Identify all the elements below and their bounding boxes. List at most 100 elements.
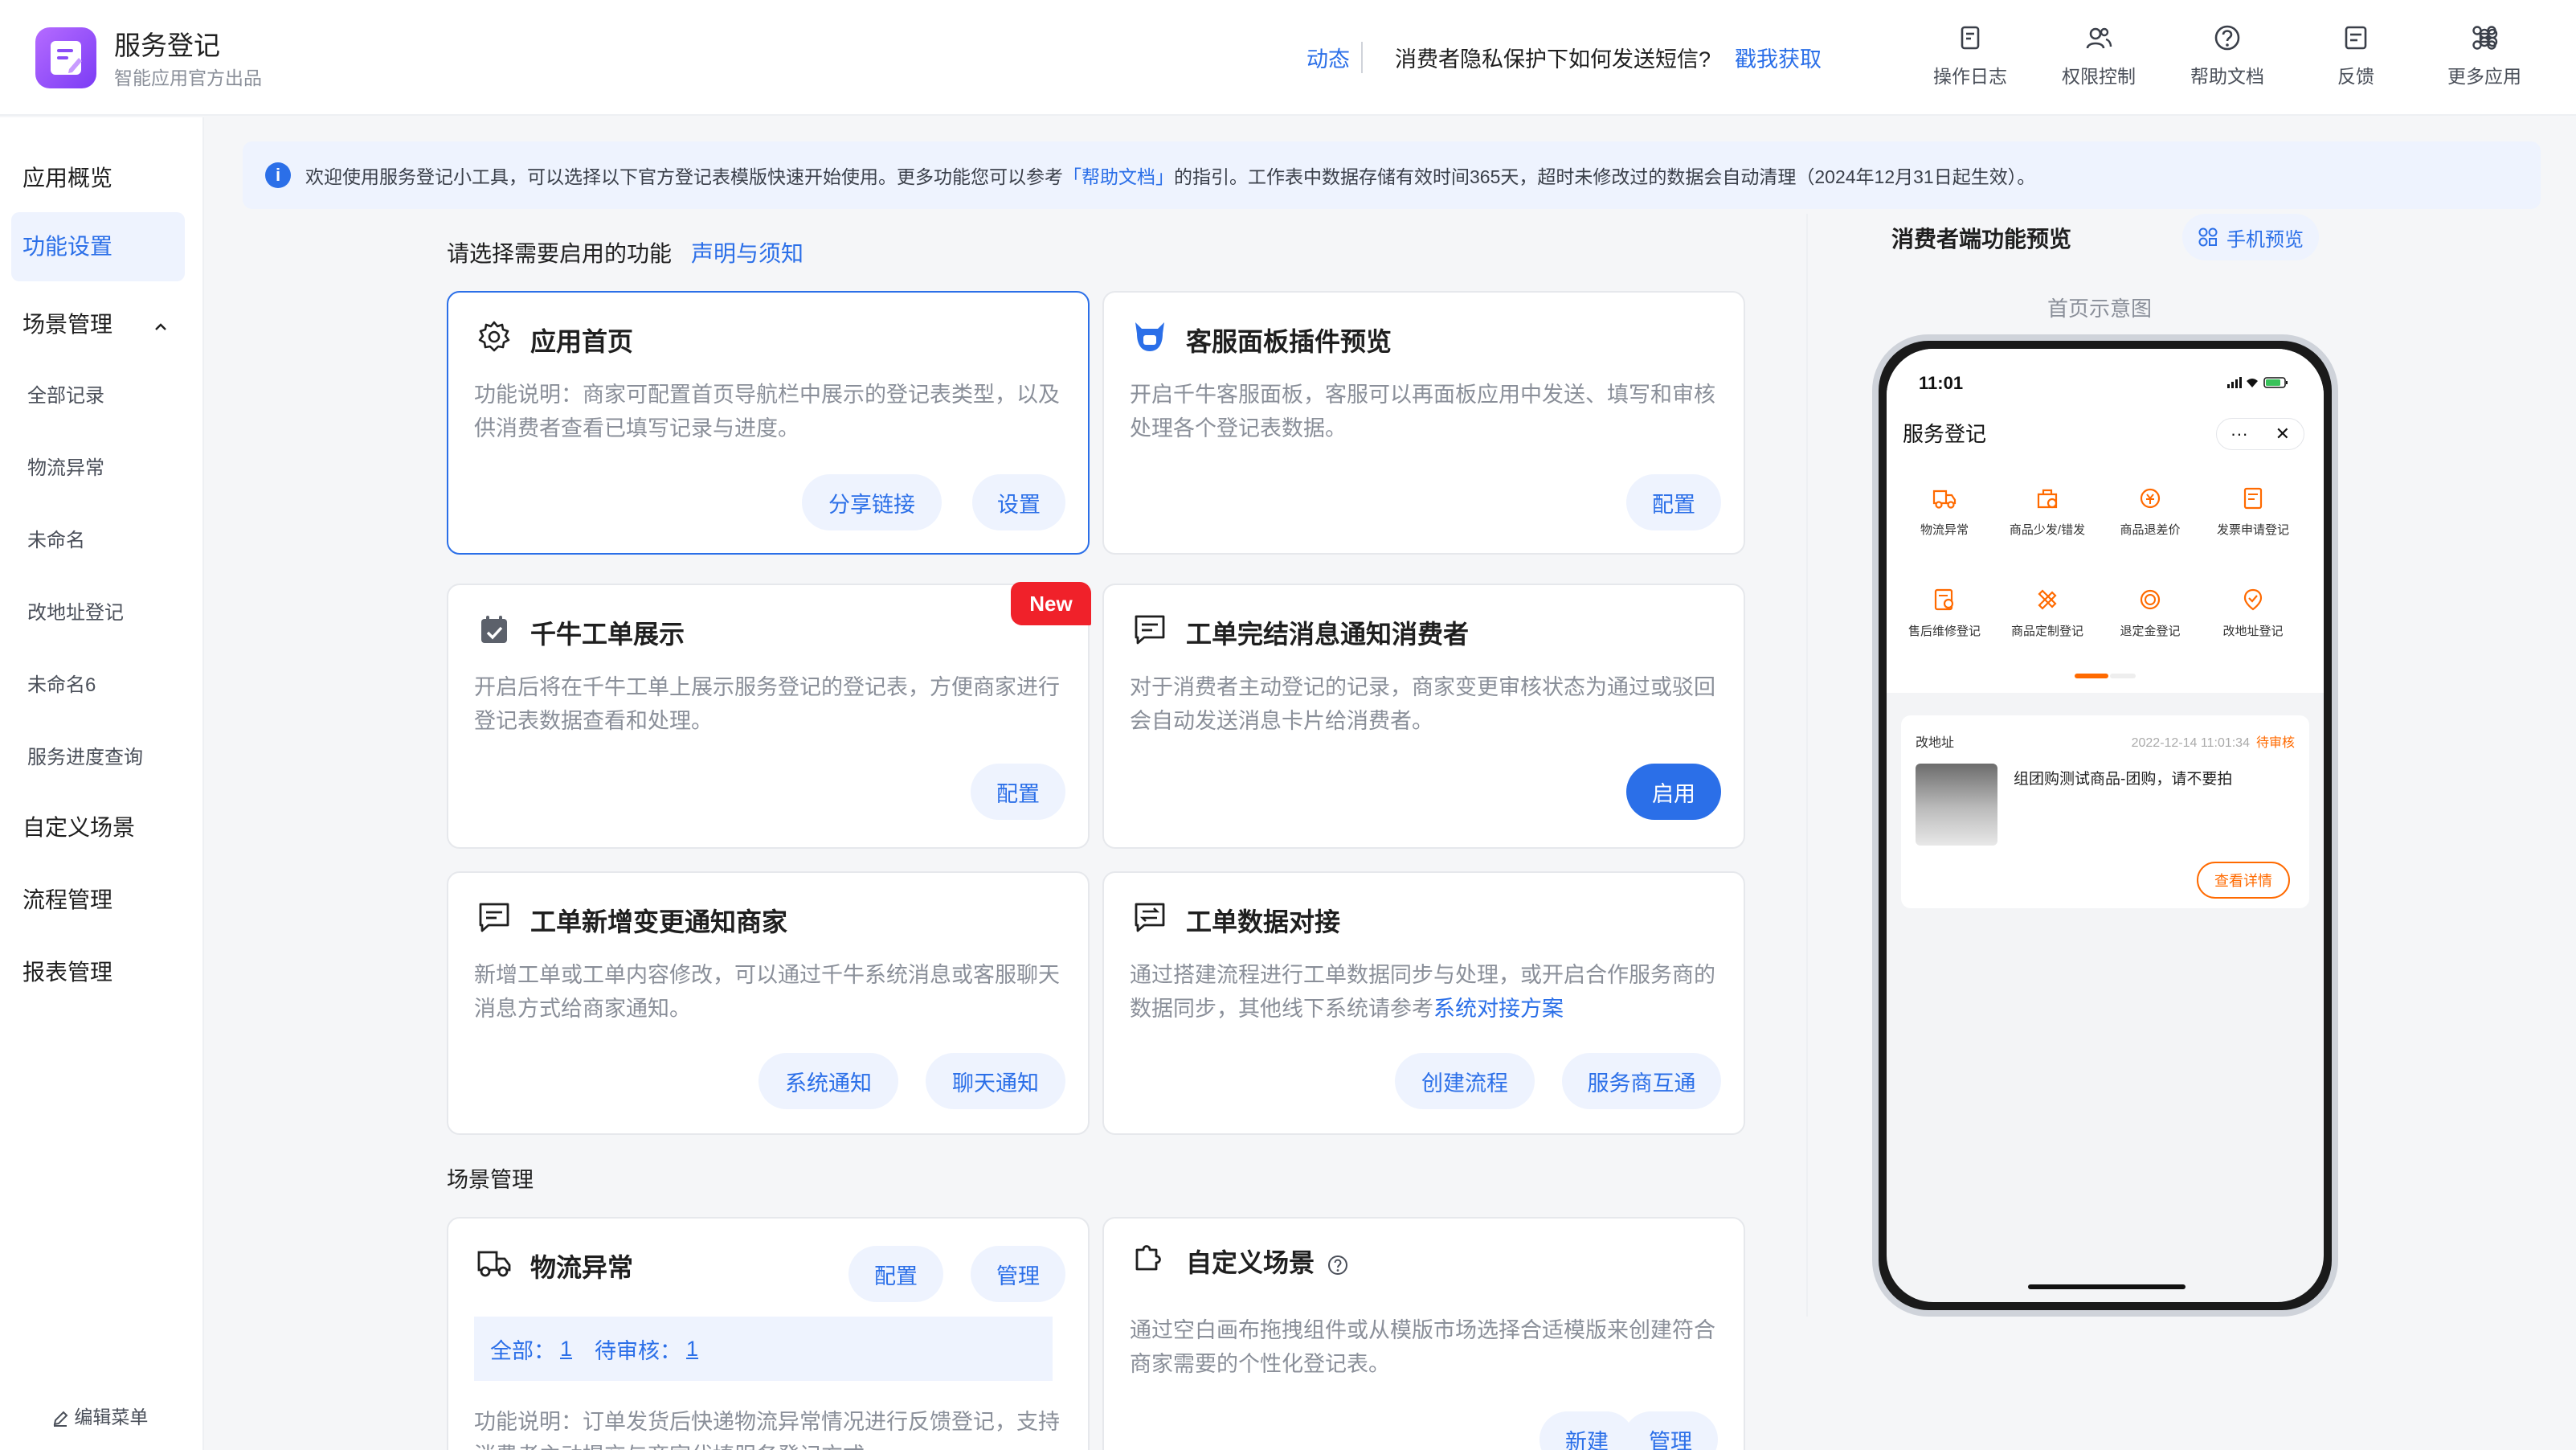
sidebar-item-logistics[interactable]: 物流异常 — [0, 452, 204, 480]
provider-sync-button[interactable]: 服务商互通 — [1562, 1053, 1721, 1109]
deposit-icon — [2136, 585, 2165, 614]
sidebar-item-change-address[interactable]: 改地址登记 — [0, 596, 204, 625]
manage-button[interactable]: 管理 — [971, 1246, 1065, 1302]
sidebar-item-report-management[interactable]: 报表管理 — [0, 955, 204, 987]
record-type: 改地址 — [1916, 736, 1955, 750]
scene-card-logistics[interactable]: 物流异常 配置 管理 全部： 1 待审核： 1 功能说明：订单发货后快递物流异常情况… — [447, 1217, 1090, 1450]
phone-grid-label: 售后维修登记 — [1907, 625, 1981, 638]
feature-card-home[interactable]: 应用首页 功能说明：商家可配置首页导航栏中展示的登记表类型，以及供消费者查看已填… — [447, 291, 1090, 555]
manage-button[interactable]: 管理 — [1623, 1411, 1718, 1450]
system-notify-button[interactable]: 系统通知 — [758, 1053, 898, 1109]
sidebar-item-custom-scene[interactable]: 自定义场景 — [0, 810, 204, 842]
phone-grid-label: 商品少发/错发 — [2009, 523, 2086, 537]
phone-grid-item[interactable]: 物流异常 — [1891, 484, 1997, 538]
sidebar-item-unnamed-6[interactable]: 未命名6 — [0, 669, 204, 697]
scene-card-custom[interactable]: 自定义场景 通过空白画布拖拽组件或从模版市场选择合适模版来创建符合商家需要的个性… — [1102, 1217, 1745, 1450]
gear-icon — [474, 317, 514, 357]
truck-icon — [474, 1243, 514, 1283]
feature-card-data-integration[interactable]: 工单数据对接 通过搭建流程进行工单数据同步与处理，或开启合作服务商的数据同步，其… — [1102, 871, 1745, 1135]
view-detail-button[interactable]: 查看详情 — [2197, 862, 2290, 899]
sidebar-item-scene-management[interactable]: 场景管理 — [0, 307, 204, 339]
news-link[interactable]: 戳我获取 — [1735, 42, 1822, 73]
notice-help-link[interactable]: 「帮助文档」 — [1063, 162, 1174, 189]
phone-grid-item[interactable]: 改地址登记 — [2200, 585, 2306, 639]
configure-button[interactable]: 配置 — [848, 1246, 943, 1302]
settings-button[interactable]: 设置 — [972, 474, 1065, 530]
tool-feedback-label: 反馈 — [2337, 66, 2374, 87]
sidebar-item-overview[interactable]: 应用概览 — [0, 161, 204, 193]
sidebar-item-progress-query[interactable]: 服务进度查询 — [0, 741, 204, 769]
notice-text-after: 的指引。工作表中数据存储有效时间365天，超时未修改过的数据会自动清理（2024… — [1174, 166, 2036, 187]
stats-pending-count[interactable]: 1 — [686, 1337, 698, 1362]
scene-card-title: 自定义场景 — [1186, 1243, 1349, 1280]
feature-card-title: 工单数据对接 — [1186, 907, 1341, 936]
form-icon — [51, 41, 82, 75]
news-tag[interactable]: 动态 — [1306, 42, 1363, 73]
log-icon — [1961, 26, 1980, 50]
edit-menu-button[interactable]: 编辑菜单 — [51, 1402, 148, 1429]
phone-time: 11:01 — [1919, 373, 1964, 393]
phone-grid-item[interactable]: 商品定制登记 — [1994, 585, 2100, 639]
preview-divider — [1806, 214, 1808, 1317]
enable-button[interactable]: 启用 — [1626, 764, 1721, 820]
feature-card-qianniu-ticket[interactable]: New 千牛工单展示 开启后将在千牛工单上展示服务登记的登记表，方便商家进行登记… — [447, 582, 1091, 849]
stats-all-count[interactable]: 1 — [560, 1337, 572, 1362]
phone-grid-item[interactable]: 商品少发/错发 — [1994, 484, 2100, 538]
phone-record-card[interactable]: 改地址 2022-12-14 11:01:34 待审核 组团购测试商品-团购，请不… — [1901, 715, 2309, 908]
feature-card-desc: 新增工单或工单内容修改，可以通过千牛系统消息或客服聊天消息方式给商家通知。 — [474, 963, 1060, 1021]
share-link-button[interactable]: 分享链接 — [802, 474, 942, 530]
phone-grid-item[interactable]: 发票申请登记 — [2200, 484, 2306, 538]
address-icon — [2239, 585, 2267, 614]
feature-card-title: 工单新增变更通知商家 — [530, 907, 788, 936]
tool-log[interactable]: 操作日志 — [1914, 19, 2026, 88]
feature-card-notify-merchant[interactable]: 工单新增变更通知商家 新增工单或工单内容修改，可以通过千牛系统消息或客服聊天消息… — [447, 871, 1090, 1135]
phone-grid-label: 改地址登记 — [2222, 625, 2284, 638]
record-status: 待审核 — [2255, 736, 2295, 750]
qr-icon — [2198, 227, 2218, 247]
tool-permission[interactable]: 权限控制 — [2042, 19, 2155, 88]
tool-feedback[interactable]: 反馈 — [2300, 19, 2412, 88]
price-refund-icon — [2136, 484, 2165, 513]
app-logo — [35, 27, 96, 88]
feature-card-desc: 通过搭建流程进行工单数据同步与处理，或开启合作服务商的数据同步，其他线下系统请参… — [1130, 958, 1724, 1026]
sidebar-item-flow-management[interactable]: 流程管理 — [0, 883, 204, 915]
package-icon — [2033, 484, 2062, 513]
scene-card-desc: 通过空白画布拖拽组件或从模版市场选择合适模版来创建符合商家需要的个性化登记表。 — [1130, 1318, 1715, 1376]
tool-more-apps[interactable]: 更多应用 — [2428, 19, 2541, 88]
stats-pending-label: 待审核： — [595, 1338, 682, 1363]
terms-link[interactable]: 声明与须知 — [691, 241, 803, 266]
phone-preview-button[interactable]: 手机预览 — [2182, 214, 2319, 260]
phone-grid-item[interactable]: 退定金登记 — [2097, 585, 2203, 639]
bull-icon — [1130, 317, 1170, 357]
phone-grid-item[interactable]: 售后维修登记 — [1891, 585, 1997, 639]
new-button[interactable]: 新建 — [1539, 1411, 1634, 1450]
phone-grid-label: 物流异常 — [1920, 523, 1969, 537]
chat-notify-button[interactable]: 聊天通知 — [926, 1053, 1065, 1109]
configure-button[interactable]: 配置 — [1626, 474, 1721, 530]
configure-button[interactable]: 配置 — [971, 764, 1065, 820]
record-date: 2022-12-14 11:01:34 — [2131, 736, 2250, 750]
question-icon[interactable] — [1327, 1254, 1349, 1276]
preview-title: 消费者端功能预览 — [1891, 227, 2072, 252]
feature-card-notify-consumer[interactable]: 工单完结消息通知消费者 对于消费者主动登记的记录，商家变更审核状态为通过或驳回会… — [1102, 584, 1745, 849]
create-flow-button[interactable]: 创建流程 — [1395, 1053, 1535, 1109]
tool-more-apps-label: 更多应用 — [2447, 66, 2521, 87]
phone-grid-label: 商品定制登记 — [2010, 625, 2083, 638]
integration-plan-link[interactable]: 系统对接方案 — [1433, 997, 1564, 1021]
sidebar-item-unnamed[interactable]: 未命名 — [0, 524, 204, 552]
tool-help[interactable]: 帮助文档 — [2171, 19, 2284, 88]
close-icon[interactable]: ✕ — [2275, 424, 2290, 444]
phone-grid-item[interactable]: 商品退差价 — [2097, 484, 2203, 538]
feedback-icon — [2345, 26, 2367, 50]
feature-card-service-panel[interactable]: 客服面板插件预览 开启千牛客服面板，客服可以再面板应用中发送、填写和审核处理各个… — [1102, 291, 1745, 555]
scene-stats: 全部： 1 待审核： 1 — [474, 1317, 1053, 1381]
invoice-icon — [2239, 484, 2267, 513]
chevron-up-icon — [154, 322, 166, 330]
more-apps-icon — [2472, 26, 2498, 50]
notice-text-before: 欢迎使用服务登记小工具，可以选择以下官方登记表模版快速开始使用。更多功能您可以参… — [305, 166, 1063, 187]
phone-capsule[interactable]: ··· ✕ — [2216, 418, 2304, 450]
more-dots-icon[interactable]: ··· — [2230, 424, 2248, 444]
signal-battery-icon — [2227, 377, 2288, 388]
sidebar-item-feature-settings[interactable]: 功能设置 — [11, 212, 185, 281]
sidebar-item-all-records[interactable]: 全部记录 — [0, 379, 204, 408]
